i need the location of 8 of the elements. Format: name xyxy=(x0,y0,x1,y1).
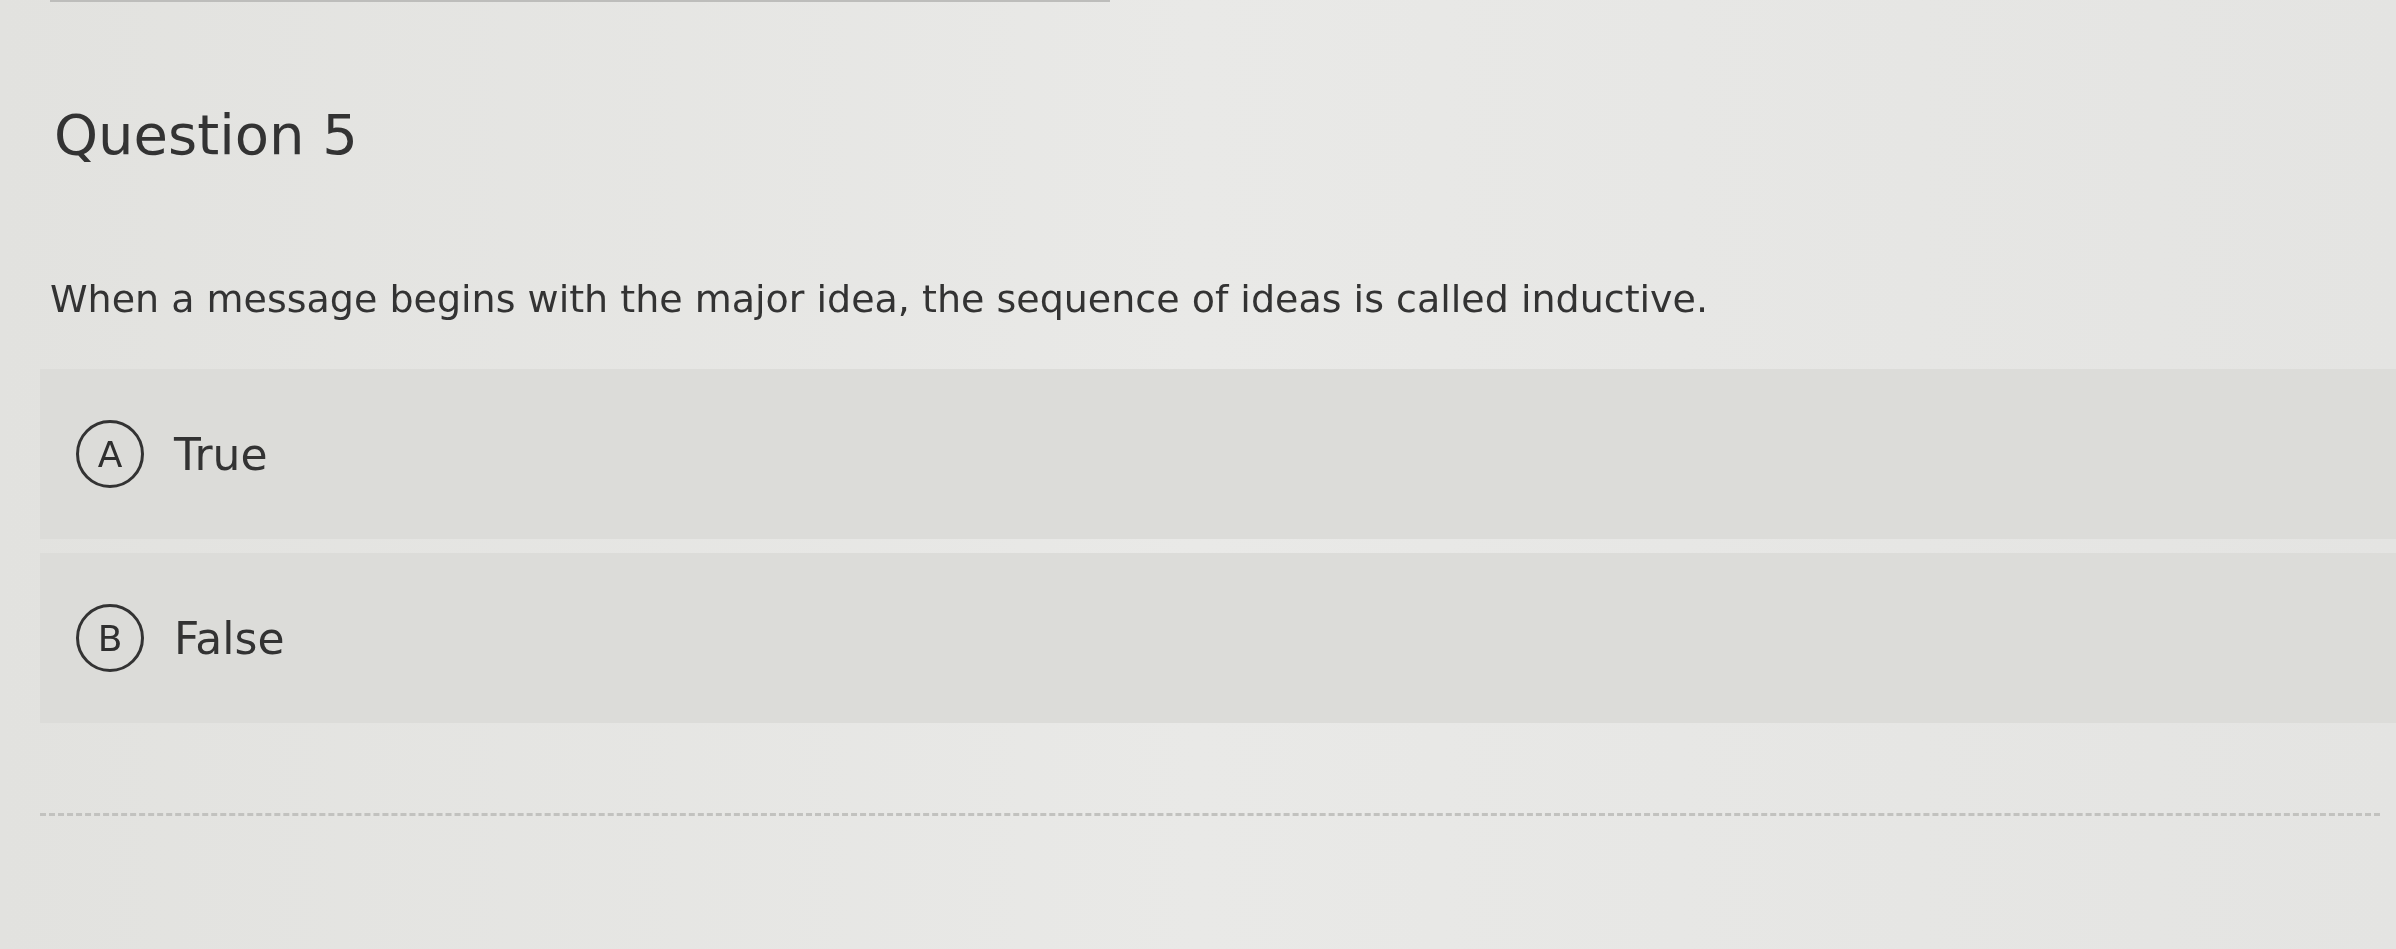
answer-option[interactable]: B False xyxy=(40,553,2396,723)
option-label: True xyxy=(174,428,268,480)
option-letter: B xyxy=(76,604,144,672)
option-label: False xyxy=(174,612,285,664)
option-letter: A xyxy=(76,420,144,488)
question-text: When a message begins with the major idea, the sequence of ideas is called inductive. xyxy=(50,277,1710,321)
question-title: Question 5 xyxy=(54,102,359,167)
answer-option[interactable]: A True xyxy=(40,369,2396,539)
